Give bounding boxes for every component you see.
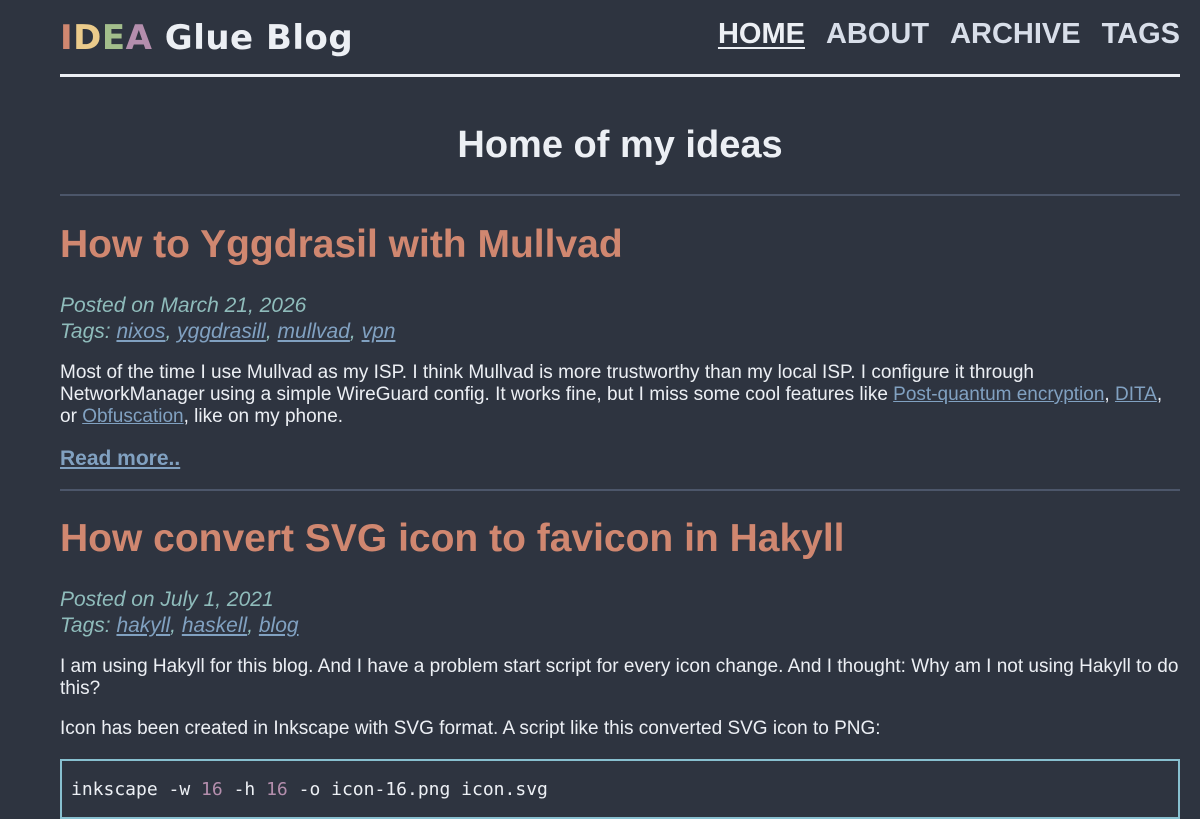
code-number: 16: [201, 779, 223, 800]
nav-link-home[interactable]: HOME: [718, 18, 805, 50]
post-title[interactable]: How to Yggdrasil with Mullvad: [60, 196, 1180, 268]
site-header: IDEA Glue Blog HOME ABOUT ARCHIVE TAGS: [60, 0, 1180, 77]
read-more-link[interactable]: Read more..: [60, 447, 180, 471]
logo-letter: A: [125, 18, 153, 58]
post-tags-line: Tags: hakyll, haskell, blog: [60, 613, 1180, 639]
post-title[interactable]: How convert SVG icon to favicon in Hakyl…: [60, 491, 1180, 562]
post-meta: Posted on July 1, 2021 Tags: hakyll, has…: [60, 587, 1180, 639]
code-text: inkscape -w: [71, 779, 202, 800]
tag-link-blog[interactable]: blog: [259, 614, 299, 637]
page-container: IDEA Glue Blog HOME ABOUT ARCHIVE TAGS Home…: [60, 0, 1180, 819]
page-title: Home of my ideas: [60, 77, 1180, 196]
nav-link-archive[interactable]: ARCHIVE: [950, 18, 1081, 50]
tag-link-yggdrasill[interactable]: yggdrasill: [177, 320, 266, 343]
nav-link-about[interactable]: ABOUT: [826, 18, 929, 50]
site-logo[interactable]: IDEA Glue Blog: [60, 18, 353, 58]
code-number: 16: [266, 779, 288, 800]
inline-link[interactable]: Obfuscation: [82, 406, 183, 427]
post-paragraph: I am using Hakyll for this blog. And I h…: [60, 656, 1179, 699]
tag-link-mullvad[interactable]: mullvad: [278, 320, 350, 343]
tag-separator: ,: [165, 320, 178, 343]
post-date: March 21, 2026: [160, 294, 307, 317]
tag-separator: ,: [247, 614, 259, 637]
logo-letter: I: [60, 18, 74, 58]
inline-link[interactable]: DITA: [1115, 384, 1157, 405]
post-entry: How convert SVG icon to favicon in Hakyl…: [60, 491, 1180, 819]
posted-label: Posted on: [60, 294, 161, 317]
nav-link-tags[interactable]: TAGS: [1102, 18, 1180, 50]
tags-label: Tags:: [60, 320, 117, 343]
logo-letter: D: [73, 18, 102, 58]
tag-separator: ,: [349, 320, 362, 343]
post-date-line: Posted on March 21, 2026: [60, 293, 1180, 319]
post-paragraph: Icon has been created in Inkscape with S…: [60, 718, 881, 739]
post-entry: How to Yggdrasil with Mullvad Posted on …: [60, 196, 1180, 491]
logo-letter: E: [101, 18, 126, 58]
post-tags-line: Tags: nixos, yggdrasill, mullvad, vpn: [60, 319, 1180, 345]
code-block: inkscape -w 16 -h 16 -o icon-16.png icon…: [60, 759, 1180, 819]
main-nav: HOME ABOUT ARCHIVE TAGS: [697, 18, 1180, 51]
tags-label: Tags:: [60, 614, 117, 637]
tag-link-haskell[interactable]: haskell: [182, 614, 247, 637]
posted-label: Posted on: [60, 588, 161, 611]
post-date: July 1, 2021: [160, 588, 274, 611]
inline-link[interactable]: Post-quantum encryption: [893, 384, 1104, 405]
tag-link-vpn[interactable]: vpn: [362, 320, 396, 343]
logo-text: Glue Blog: [152, 18, 354, 58]
tag-link-hakyll[interactable]: hakyll: [116, 614, 170, 637]
post-date-line: Posted on July 1, 2021: [60, 587, 1180, 613]
post-summary: Most of the time I use Mullvad as my ISP…: [60, 362, 1163, 427]
post-meta: Posted on March 21, 2026 Tags: nixos, yg…: [60, 293, 1180, 345]
tag-separator: ,: [170, 614, 182, 637]
tag-separator: ,: [265, 320, 278, 343]
tag-link-nixos[interactable]: nixos: [116, 320, 165, 343]
code-text: -o icon-16.png icon.svg: [287, 779, 548, 800]
code-text: -h: [222, 779, 267, 800]
